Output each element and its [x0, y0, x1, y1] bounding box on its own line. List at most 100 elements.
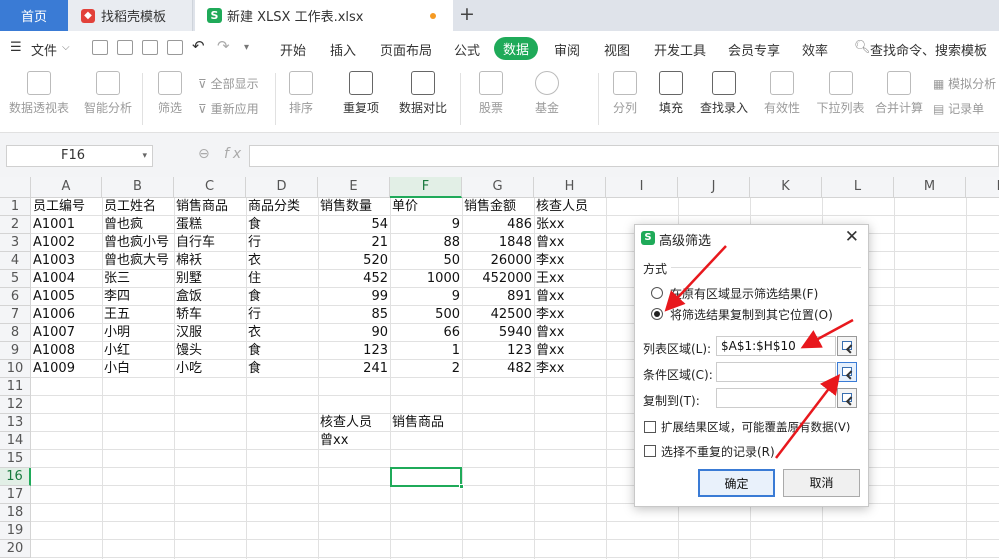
- row-header-12[interactable]: 12: [0, 396, 31, 414]
- what-if-button[interactable]: ▦ 模拟分析: [933, 75, 996, 92]
- table-cell[interactable]: 食: [246, 360, 318, 378]
- table-cell[interactable]: 曾xx: [534, 324, 606, 342]
- column-header-f[interactable]: F: [390, 177, 462, 198]
- table-cell[interactable]: 42500: [462, 306, 534, 324]
- row-header-2[interactable]: 2: [0, 216, 31, 234]
- table-cell[interactable]: 馒头: [174, 342, 246, 360]
- table-cell[interactable]: 54: [318, 216, 390, 234]
- criteria-header-cell[interactable]: 核查人员: [318, 414, 390, 432]
- menu-page-layout[interactable]: 页面布局: [380, 40, 432, 59]
- column-header-h[interactable]: H: [534, 177, 606, 198]
- column-header-k[interactable]: K: [750, 177, 822, 198]
- close-icon[interactable]: ✕: [845, 227, 859, 247]
- fx-icon[interactable]: fx: [224, 146, 245, 162]
- table-cell[interactable]: A1005: [31, 288, 102, 306]
- table-cell[interactable]: 住: [246, 270, 318, 288]
- pivot-table-button[interactable]: 数据透视表: [8, 71, 70, 116]
- table-cell[interactable]: 轿车: [174, 306, 246, 324]
- table-cell[interactable]: 88: [390, 234, 462, 252]
- duplicates-button[interactable]: 重复项: [338, 71, 384, 116]
- sort-button[interactable]: 排序: [284, 71, 318, 116]
- cancel-button[interactable]: 取消: [783, 469, 860, 497]
- column-header-m[interactable]: M: [894, 177, 966, 198]
- column-header-d[interactable]: D: [246, 177, 318, 198]
- menu-review[interactable]: 审阅: [554, 40, 580, 59]
- copy-to-input[interactable]: [716, 388, 836, 408]
- table-cell[interactable]: 90: [318, 324, 390, 342]
- table-cell[interactable]: 食: [246, 288, 318, 306]
- row-header-4[interactable]: 4: [0, 252, 31, 270]
- table-cell[interactable]: A1002: [31, 234, 102, 252]
- row-header-8[interactable]: 8: [0, 324, 31, 342]
- criteria-value-cell[interactable]: 曾xx: [318, 432, 390, 450]
- active-cell-f16[interactable]: [390, 467, 464, 489]
- table-cell[interactable]: 520: [318, 252, 390, 270]
- table-cell[interactable]: 66: [390, 324, 462, 342]
- table-cell[interactable]: 9: [390, 216, 462, 234]
- filter-button[interactable]: 筛选: [152, 71, 188, 116]
- column-header-l[interactable]: L: [822, 177, 894, 198]
- header-cell[interactable]: 员工编号: [31, 198, 102, 216]
- menu-efficiency[interactable]: 效率: [802, 40, 828, 59]
- ok-button[interactable]: 确定: [698, 469, 775, 497]
- export-icon[interactable]: [117, 40, 133, 55]
- lookup-entry-button[interactable]: 查找录入: [700, 71, 748, 116]
- radio-in-place[interactable]: [651, 287, 663, 299]
- table-cell[interactable]: 王五: [102, 306, 174, 324]
- table-cell[interactable]: 棉袄: [174, 252, 246, 270]
- row-header-17[interactable]: 17: [0, 486, 31, 504]
- save-icon[interactable]: [92, 40, 108, 55]
- column-header-j[interactable]: J: [678, 177, 750, 198]
- row-header-14[interactable]: 14: [0, 432, 31, 450]
- row-header-3[interactable]: 3: [0, 234, 31, 252]
- tab-home[interactable]: 首页: [0, 0, 68, 31]
- tab-template[interactable]: ◆ 找稻壳模板: [68, 0, 193, 31]
- table-cell[interactable]: 50: [390, 252, 462, 270]
- table-cell[interactable]: 1000: [390, 270, 462, 288]
- row-header-10[interactable]: 10: [0, 360, 31, 378]
- column-header-e[interactable]: E: [318, 177, 390, 198]
- more-chevron-icon[interactable]: ▾: [244, 42, 249, 53]
- row-header-1[interactable]: 1: [0, 198, 31, 216]
- radio-copy-to[interactable]: [651, 308, 663, 320]
- table-cell[interactable]: A1004: [31, 270, 102, 288]
- name-box[interactable]: F16 ▾: [6, 145, 153, 167]
- table-cell[interactable]: 曾也疯大号: [102, 252, 174, 270]
- unique-records-checkbox[interactable]: [644, 445, 656, 457]
- command-search[interactable]: 查找命令、搜索模板: [870, 40, 987, 59]
- table-cell[interactable]: A1006: [31, 306, 102, 324]
- print-icon[interactable]: [142, 40, 158, 55]
- consolidate-button[interactable]: 合并计算: [875, 71, 923, 116]
- table-cell[interactable]: 食: [246, 342, 318, 360]
- table-cell[interactable]: 曾也疯: [102, 216, 174, 234]
- header-cell[interactable]: 销售商品: [174, 198, 246, 216]
- header-cell[interactable]: 销售数量: [318, 198, 390, 216]
- menu-member[interactable]: 会员专享: [728, 40, 780, 59]
- record-form-button[interactable]: ▤ 记录单: [933, 100, 984, 117]
- table-cell[interactable]: 486: [462, 216, 534, 234]
- table-cell[interactable]: 曾xx: [534, 342, 606, 360]
- table-cell[interactable]: 曾也疯小号: [102, 234, 174, 252]
- header-cell[interactable]: 员工姓名: [102, 198, 174, 216]
- table-cell[interactable]: 21: [318, 234, 390, 252]
- table-cell[interactable]: 汉服: [174, 324, 246, 342]
- expand-range-checkbox[interactable]: [644, 421, 656, 433]
- row-header-7[interactable]: 7: [0, 306, 31, 324]
- table-cell[interactable]: 李四: [102, 288, 174, 306]
- chevron-down-icon[interactable]: ▾: [142, 146, 147, 166]
- fund-button[interactable]: 基金: [525, 71, 569, 116]
- split-column-button[interactable]: 分列: [608, 71, 642, 116]
- redo-icon[interactable]: ↷: [217, 37, 230, 55]
- table-cell[interactable]: 1848: [462, 234, 534, 252]
- table-cell[interactable]: 241: [318, 360, 390, 378]
- column-header-b[interactable]: B: [102, 177, 174, 198]
- table-cell[interactable]: 500: [390, 306, 462, 324]
- header-cell[interactable]: 单价: [390, 198, 462, 216]
- table-cell[interactable]: 王xx: [534, 270, 606, 288]
- table-cell[interactable]: 蛋糕: [174, 216, 246, 234]
- table-cell[interactable]: 曾xx: [534, 288, 606, 306]
- table-cell[interactable]: 张三: [102, 270, 174, 288]
- table-cell[interactable]: 食: [246, 216, 318, 234]
- search-icon[interactable]: 🔍︎: [854, 40, 871, 55]
- table-cell[interactable]: 别墅: [174, 270, 246, 288]
